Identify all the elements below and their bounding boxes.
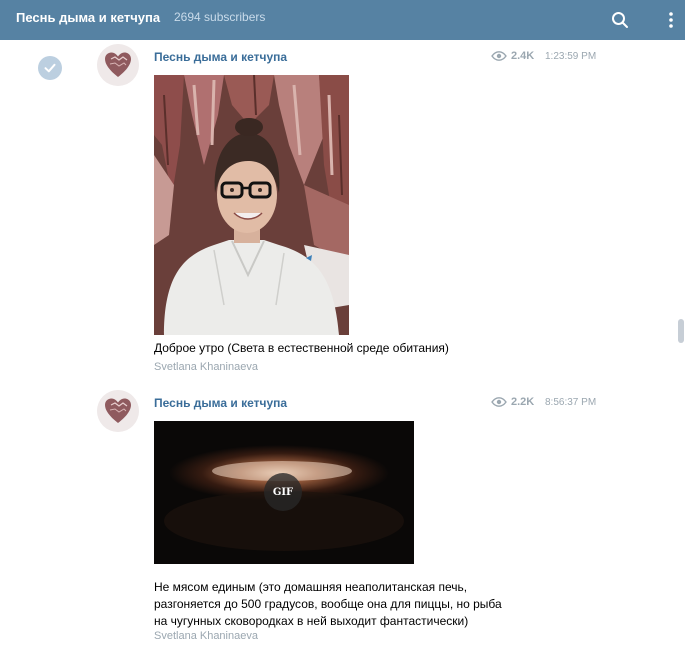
message-item[interactable]: Песнь дыма и кетчупа 2.4K 1:23:59 PM Доб… (0, 44, 676, 374)
scrollbar[interactable] (677, 40, 685, 653)
more-vertical-icon (669, 12, 673, 28)
channel-title[interactable]: Песнь дыма и кетчупа (16, 10, 160, 25)
message-caption: Доброе утро (Света в естественной среде … (154, 341, 449, 355)
message-item[interactable]: Песнь дыма и кетчупа 2.2K 8:56:37 PM GIF… (0, 390, 676, 652)
selected-check-icon[interactable] (38, 56, 62, 80)
message-feed[interactable]: Песнь дыма и кетчупа 2.4K 1:23:59 PM Доб… (0, 40, 676, 653)
message-caption: Не мясом единым (это домашняя неаполитан… (154, 580, 502, 628)
gif-play-icon[interactable]: GIF (264, 473, 302, 511)
chat-header: Песнь дыма и кетчупа 2694 subscribers (0, 0, 685, 40)
message-gif[interactable]: GIF (154, 421, 414, 564)
post-signature: Svetlana Khaninaeva (154, 361, 258, 373)
search-icon (612, 12, 628, 28)
search-button[interactable] (602, 0, 638, 40)
message-author[interactable]: Песнь дыма и кетчупа (154, 396, 287, 410)
message-time[interactable]: 8:56:37 PM (545, 397, 596, 408)
gif-label: GIF (272, 486, 294, 498)
view-counter: 2.4K (491, 50, 534, 62)
message-photo[interactable] (154, 75, 349, 335)
message-time[interactable]: 1:23:59 PM (545, 51, 596, 62)
view-count: 2.2K (511, 396, 535, 408)
channel-avatar[interactable] (97, 390, 139, 432)
message-author[interactable]: Песнь дыма и кетчупа (154, 50, 287, 64)
eye-icon (491, 51, 507, 61)
post-signature: Svetlana Khaninaeva (154, 630, 258, 642)
view-count: 2.4K (511, 50, 535, 62)
more-menu-button[interactable] (653, 0, 685, 40)
subscriber-count: 2694 subscribers (174, 10, 266, 24)
channel-avatar[interactable] (97, 44, 139, 86)
scrollbar-thumb[interactable] (678, 319, 684, 343)
view-counter: 2.2K (491, 396, 534, 408)
eye-icon (491, 397, 507, 407)
